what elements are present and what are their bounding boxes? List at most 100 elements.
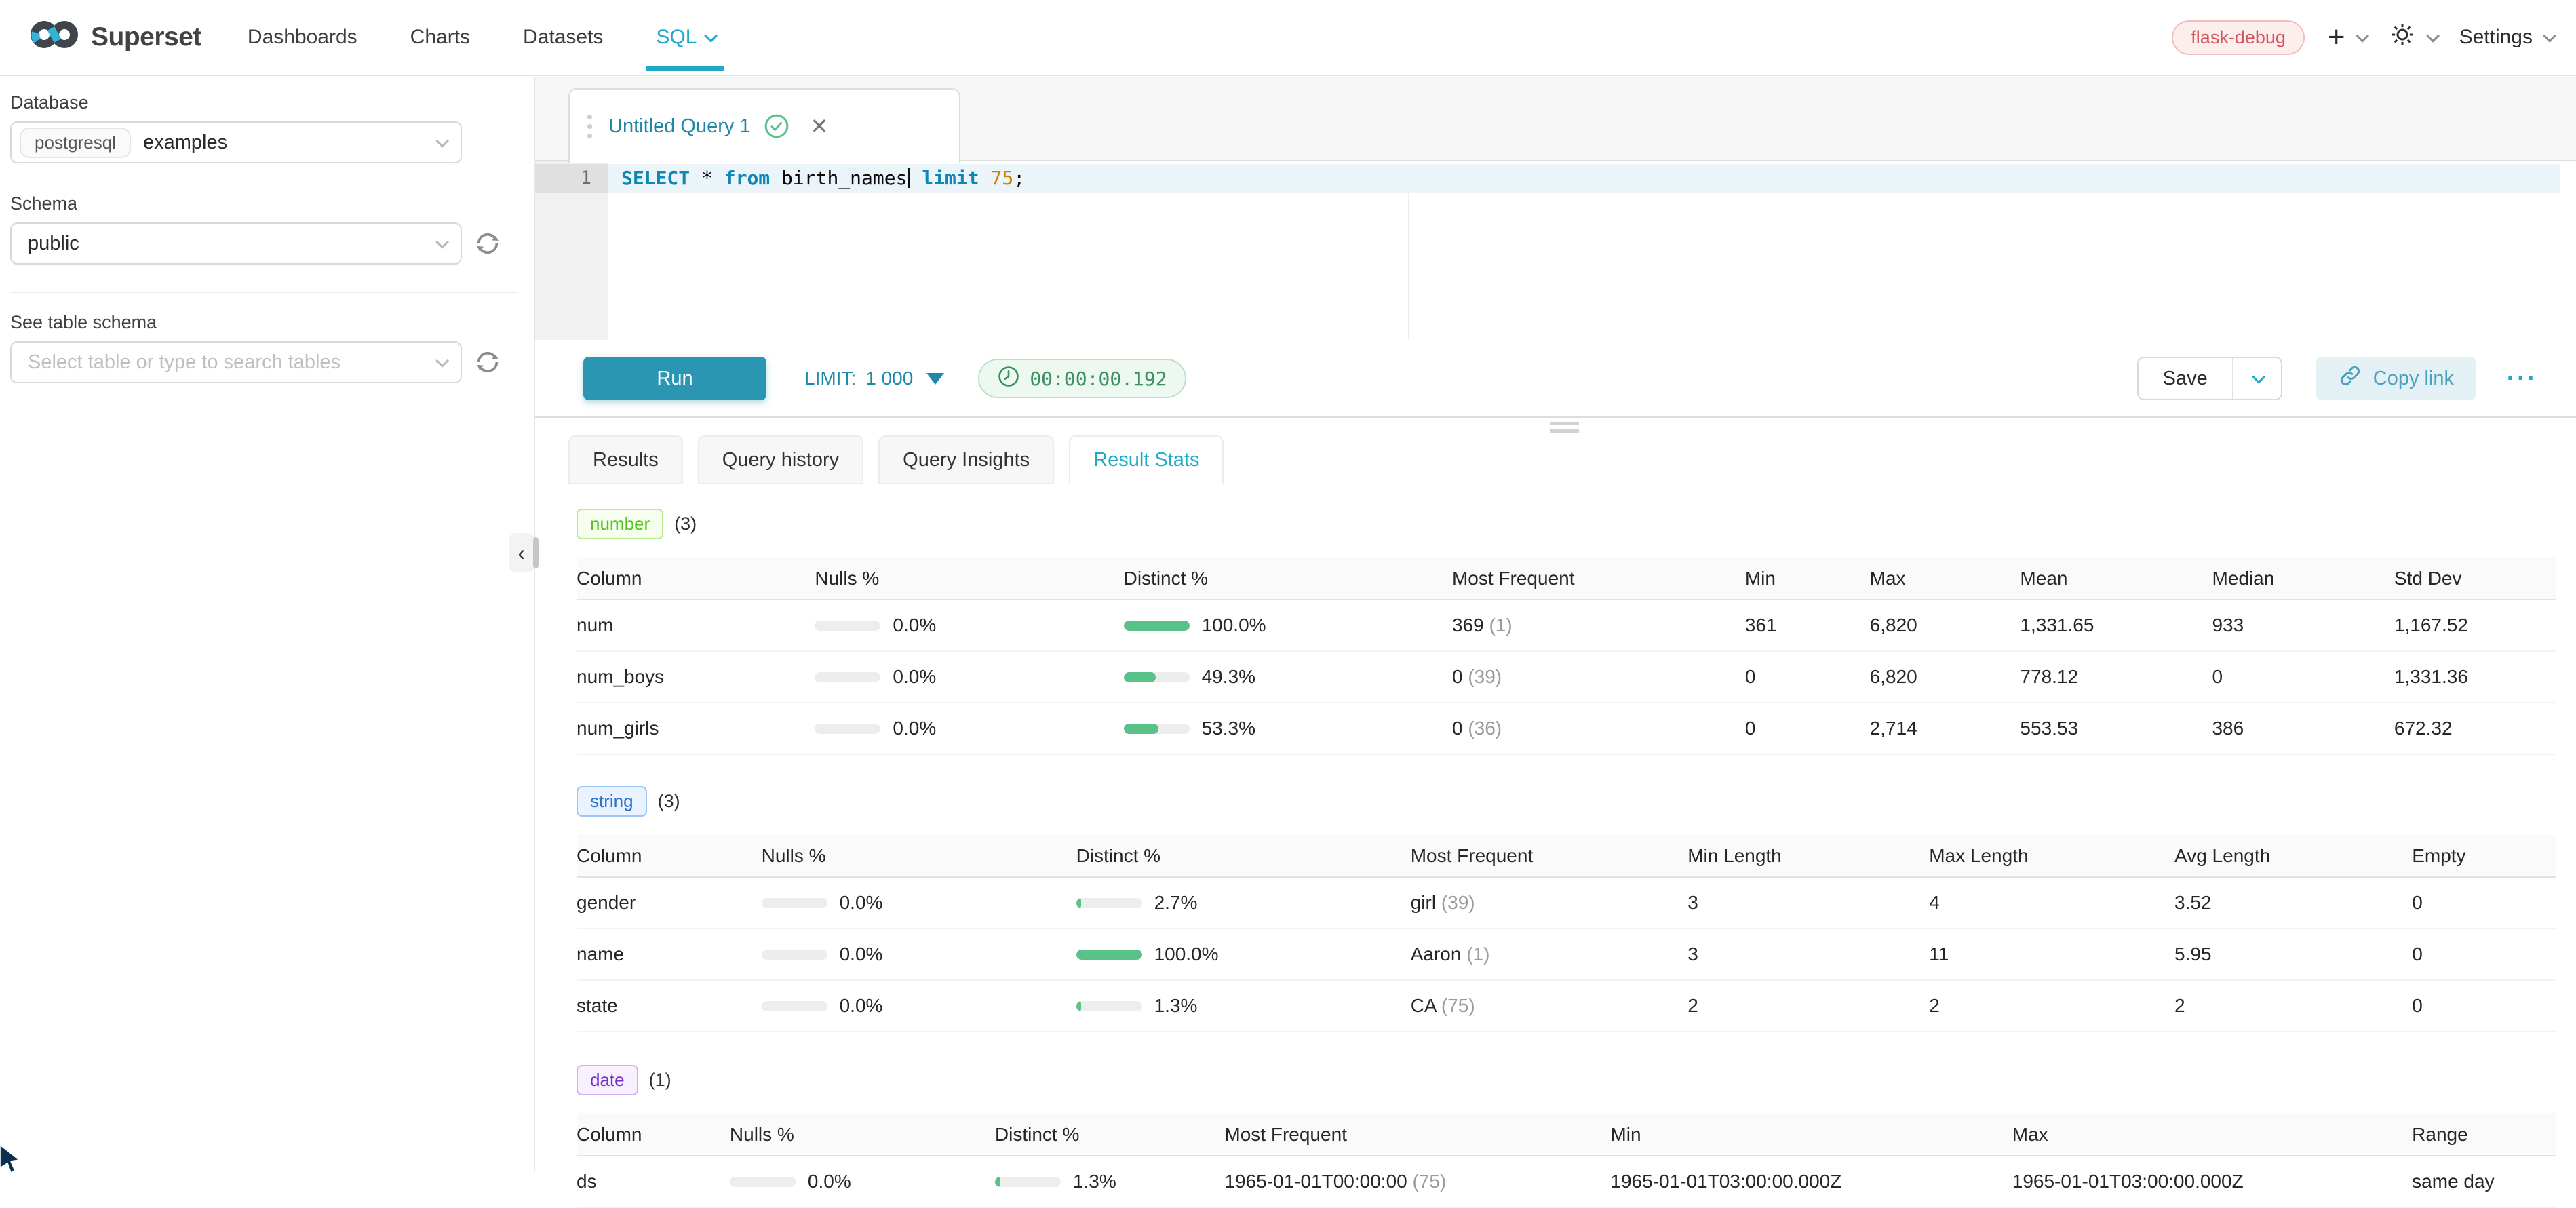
tab-query-insights[interactable]: Query Insights bbox=[878, 435, 1054, 484]
most-frequent-cell: 369 (1) bbox=[1445, 600, 1738, 651]
most-frequent-cell: Aaron (1) bbox=[1404, 929, 1681, 980]
chevron-down-icon bbox=[2252, 370, 2265, 384]
close-tab-icon[interactable]: ✕ bbox=[811, 113, 829, 139]
column-header: Most Frequent bbox=[1404, 834, 1681, 877]
column-header: Most Frequent bbox=[1445, 557, 1738, 600]
table-header-row: Column Nulls % Distinct % Most Frequent … bbox=[577, 1113, 2556, 1156]
schema-select[interactable]: public bbox=[10, 222, 462, 265]
stat-cell: 1965-01-01T03:00:00.000Z bbox=[2006, 1156, 2405, 1207]
date-stats-table: Column Nulls % Distinct % Most Frequent … bbox=[577, 1113, 2556, 1208]
query-tab-title: Untitled Query 1 bbox=[608, 115, 751, 138]
column-name-cell: num_boys bbox=[577, 651, 808, 703]
tab-query-history[interactable]: Query history bbox=[698, 435, 863, 484]
tab-result-stats[interactable]: Result Stats bbox=[1069, 435, 1224, 484]
nulls-progress: 0.0% bbox=[762, 943, 1063, 965]
type-count: (3) bbox=[674, 513, 697, 534]
table-row: gender 0.0% 2.7% girl (39) 3 4 3.52 0 bbox=[577, 877, 2556, 929]
more-options-button[interactable]: ··· bbox=[2507, 366, 2538, 392]
nav-item-sql[interactable]: SQL bbox=[656, 26, 714, 49]
database-engine-tag: postgresql bbox=[20, 128, 131, 158]
most-frequent-cell: 1965-01-01T00:00:00 (75) bbox=[1217, 1156, 1603, 1207]
stats-section-number: number (3) Column Nulls % Distinct % Mos… bbox=[577, 509, 2556, 755]
stat-cell: 0 bbox=[1738, 703, 1863, 754]
database-select[interactable]: postgresql examples bbox=[10, 121, 462, 163]
link-icon bbox=[2338, 364, 2362, 393]
chevron-down-icon bbox=[435, 134, 449, 148]
stat-cell: 553.53 bbox=[2013, 703, 2205, 754]
stat-cell: 361 bbox=[1738, 600, 1863, 651]
check-circle-icon bbox=[763, 113, 790, 140]
nulls-progress: 0.0% bbox=[815, 718, 1110, 739]
sqllab-left-sidebar: Database postgresql examples Schema publ… bbox=[0, 77, 535, 1172]
stat-cell: 1,167.52 bbox=[2387, 600, 2556, 651]
column-header: Max bbox=[1863, 557, 2014, 600]
column-header: Column bbox=[577, 557, 808, 600]
limit-value: 1 000 bbox=[865, 368, 913, 389]
sql-number: 75 bbox=[990, 167, 1013, 189]
sidebar-divider bbox=[10, 292, 518, 293]
tab-results[interactable]: Results bbox=[568, 435, 683, 484]
superset-brand[interactable]: Superset bbox=[28, 18, 201, 56]
drag-handle-icon[interactable] bbox=[587, 115, 592, 138]
refresh-tables-icon[interactable] bbox=[474, 349, 501, 376]
limit-dropdown[interactable]: LIMIT: 1 000 bbox=[804, 368, 944, 389]
south-pane: Results Query history Query Insights Res… bbox=[535, 418, 2576, 1172]
refresh-schemas-icon[interactable] bbox=[474, 230, 501, 257]
superset-logo-icon bbox=[28, 18, 80, 56]
editor-gutter: 1 bbox=[535, 161, 608, 340]
collapse-sidebar-button[interactable]: ‹ bbox=[509, 533, 534, 572]
type-count: (3) bbox=[658, 791, 680, 812]
stat-cell: 0 bbox=[2205, 651, 2387, 703]
distinct-progress: 49.3% bbox=[1124, 666, 1439, 688]
column-header: Nulls % bbox=[723, 1113, 988, 1156]
column-header: Max bbox=[2006, 1113, 2405, 1156]
scrollbar-thumb[interactable] bbox=[533, 537, 539, 568]
stat-cell: 6,820 bbox=[1863, 651, 2014, 703]
query-tab-bar: Untitled Query 1 ✕ + bbox=[535, 77, 2576, 161]
table-row: state 0.0% 1.3% CA (75) 2 2 2 0 bbox=[577, 980, 2556, 1032]
column-header: Range bbox=[2405, 1113, 2556, 1156]
distinct-progress: 53.3% bbox=[1124, 718, 1439, 739]
theme-dropdown[interactable] bbox=[2389, 21, 2436, 54]
brand-name: Superset bbox=[91, 22, 201, 52]
sql-token: ; bbox=[1013, 167, 1025, 189]
table-select-placeholder: Select table or type to search tables bbox=[28, 351, 340, 374]
nav-item-dashboards[interactable]: Dashboards bbox=[248, 26, 357, 49]
new-item-dropdown[interactable]: + bbox=[2328, 22, 2366, 52]
column-name-cell: ds bbox=[577, 1156, 723, 1207]
chevron-down-icon bbox=[705, 29, 718, 43]
nav-menu: Dashboards Charts Datasets SQL bbox=[248, 0, 715, 75]
nav-item-datasets[interactable]: Datasets bbox=[523, 26, 603, 49]
column-name-cell: name bbox=[577, 929, 755, 980]
table-row: num_boys 0.0% 49.3% 0 (39) 0 6,820 778.1… bbox=[577, 651, 2556, 703]
most-frequent-cell: 0 (39) bbox=[1445, 651, 1738, 703]
settings-label: Settings bbox=[2459, 26, 2533, 49]
number-stats-table: Column Nulls % Distinct % Most Frequent … bbox=[577, 557, 2556, 755]
column-header: Empty bbox=[2405, 834, 2556, 877]
settings-menu[interactable]: Settings bbox=[2459, 26, 2553, 49]
resize-handle[interactable] bbox=[1550, 422, 1579, 434]
stat-cell: 2 bbox=[1681, 980, 1922, 1032]
distinct-progress: 2.7% bbox=[1076, 892, 1397, 914]
sql-editor[interactable]: 1 SELECT * from birth_names limit 75; bbox=[535, 161, 2576, 340]
query-tab[interactable]: Untitled Query 1 ✕ bbox=[568, 88, 960, 163]
stat-cell: 672.32 bbox=[2387, 703, 2556, 754]
table-select[interactable]: Select table or type to search tables bbox=[10, 341, 462, 383]
distinct-progress: 1.3% bbox=[995, 1171, 1211, 1192]
copy-link-button[interactable]: Copy link bbox=[2316, 357, 2476, 400]
column-header: Avg Length bbox=[2168, 834, 2405, 877]
run-button[interactable]: Run bbox=[583, 357, 766, 400]
column-name-cell: gender bbox=[577, 877, 755, 929]
save-button[interactable]: Save bbox=[2139, 358, 2232, 399]
column-header: Median bbox=[2205, 557, 2387, 600]
stat-cell: 0 bbox=[1738, 651, 1863, 703]
column-header: Nulls % bbox=[755, 834, 1070, 877]
toolbar-right: Save Copy link ··· bbox=[2137, 357, 2538, 400]
string-stats-table: Column Nulls % Distinct % Most Frequent … bbox=[577, 834, 2556, 1032]
stat-cell: 3.52 bbox=[2168, 877, 2405, 929]
column-header: Nulls % bbox=[808, 557, 1116, 600]
save-options-button[interactable] bbox=[2232, 358, 2281, 399]
nav-item-charts[interactable]: Charts bbox=[410, 26, 470, 49]
stats-section-string: string (3) Column Nulls % Distinct % Mos… bbox=[577, 786, 2556, 1032]
type-count: (1) bbox=[649, 1070, 671, 1091]
